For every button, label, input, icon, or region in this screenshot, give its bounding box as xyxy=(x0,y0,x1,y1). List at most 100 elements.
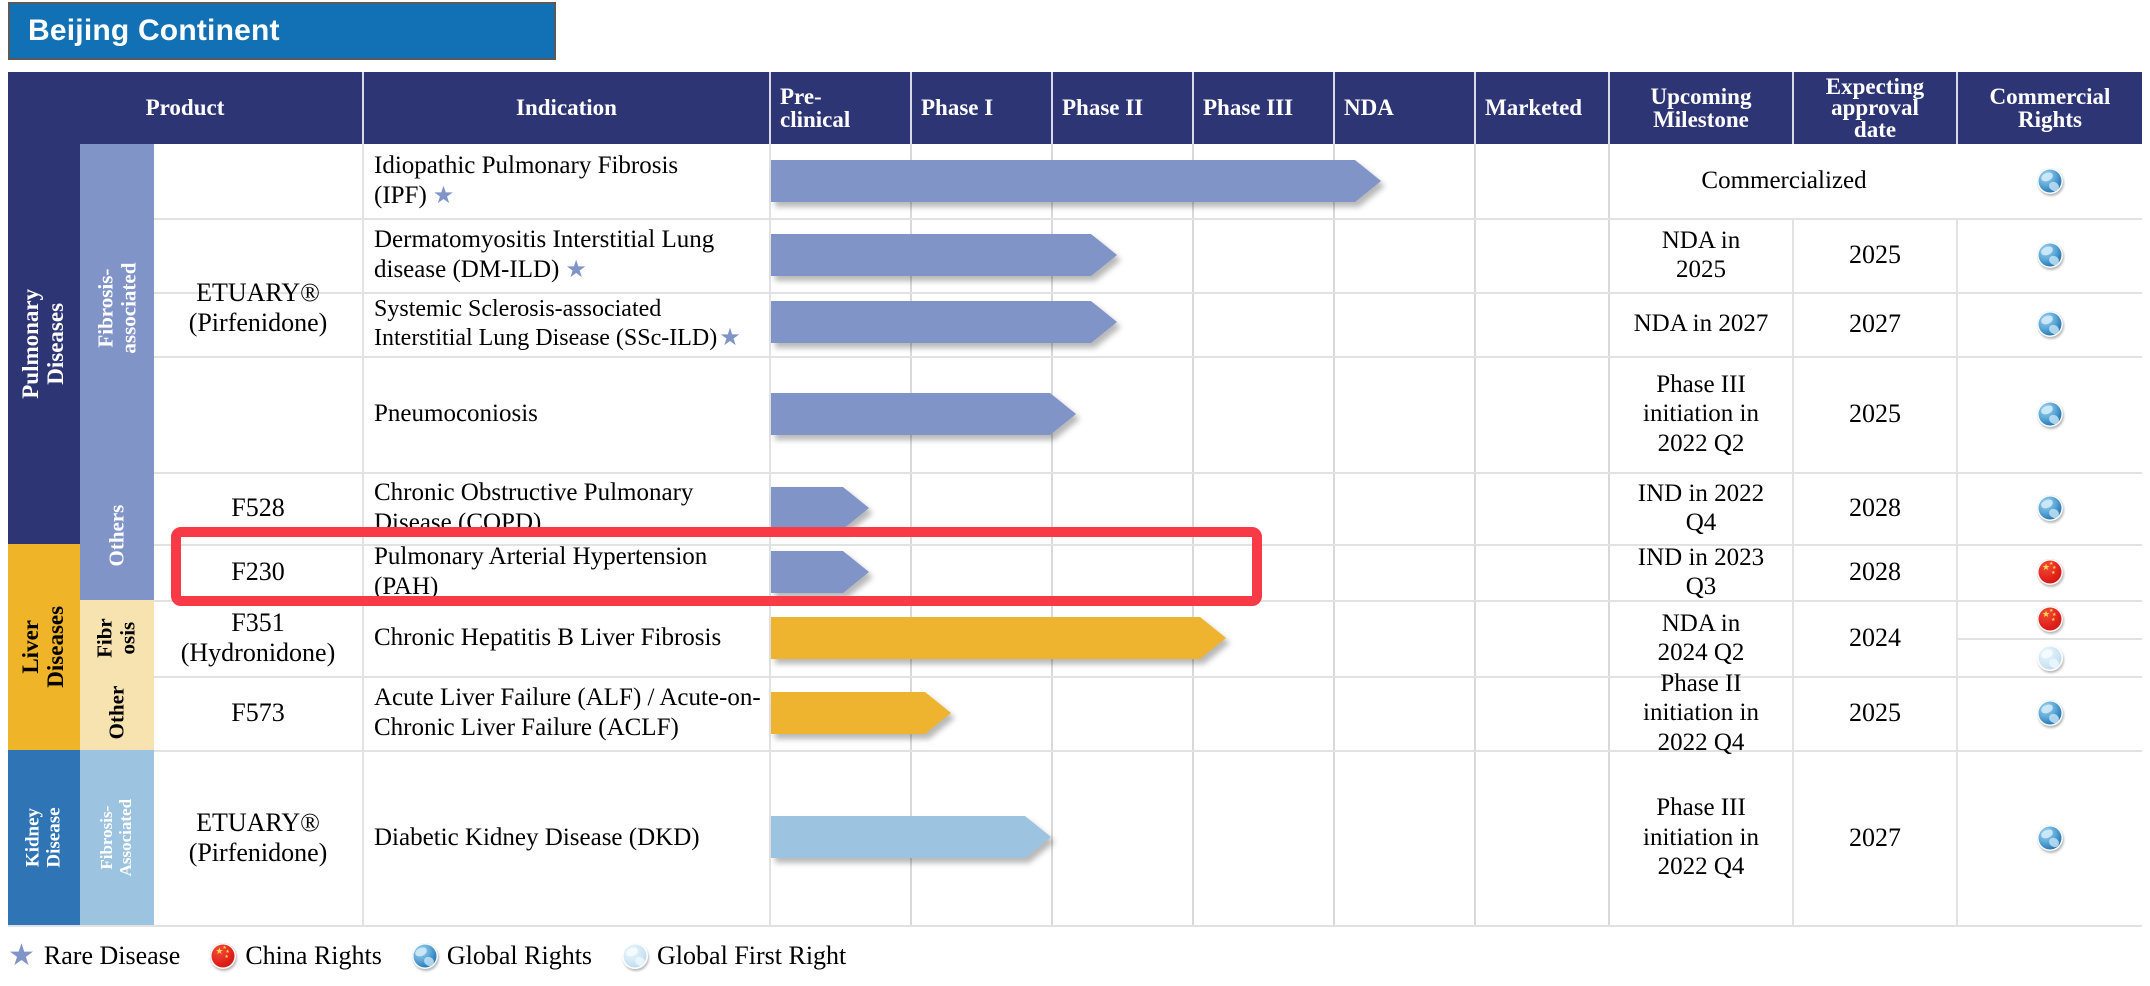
table-body: Pulmonary Diseases Liver Diseases Kidney… xyxy=(8,144,2142,927)
subcategory-fibrosis-associated: Fibrosis-associated xyxy=(80,144,154,472)
phase-bar-ipf xyxy=(771,160,1381,202)
rights-alf-aclf xyxy=(1958,676,2142,750)
phase-bar-alf-aclf xyxy=(771,692,951,734)
rights-dkd xyxy=(1958,750,2142,925)
grid-line-marketed-start xyxy=(1474,144,1476,927)
indication-pneumoconiosis: Pneumoconiosis xyxy=(364,356,771,472)
pale-globe-icon xyxy=(2037,645,2063,671)
product-etuary-pulmonary: ETUARY® (Pirfenidone) xyxy=(154,144,364,472)
globe-icon xyxy=(411,943,438,969)
product-etuary-kidney: ETUARY® (Pirfenidone) xyxy=(154,750,364,925)
category-liver-diseases: Liver Diseases xyxy=(8,544,80,750)
globe-icon xyxy=(2037,311,2063,337)
china-flag-icon: ★ ★ ★ ★ xyxy=(2037,606,2063,632)
grid-line-phase3-start xyxy=(1192,144,1194,927)
category-kidney-disease: Kidney Disease xyxy=(8,750,80,925)
rights-ssc-ild xyxy=(1958,292,2142,356)
approval-date-dkd: 2027 xyxy=(1794,750,1958,925)
column-header-marketed: Marketed xyxy=(1476,72,1610,144)
legend-item-global-rights: Global Rights xyxy=(411,941,592,971)
milestone-copd: IND in 2022 Q4 xyxy=(1610,472,1794,544)
milestone-pah: IND in 2023 Q3 xyxy=(1610,544,1794,600)
phase-bar-chronic-hepatitis-b xyxy=(771,617,1226,659)
product-f528: F528 xyxy=(154,472,364,544)
pipeline-table: Product Indication Pre- clinical Phase I… xyxy=(8,72,2142,927)
column-header-preclinical: Pre- clinical xyxy=(771,72,912,144)
legend-item-global-first-right: Global First Right xyxy=(622,941,846,971)
approval-date-alf-aclf: 2025 xyxy=(1794,676,1958,750)
legend: ★ Rare Disease ★ ★ ★ ★ China Rights Global … xyxy=(8,932,1008,980)
milestone-dkd: Phase III initiation in 2022 Q4 xyxy=(1610,750,1794,925)
indication-dkd: Diabetic Kidney Disease (DKD) xyxy=(364,750,771,925)
product-f573: F573 xyxy=(154,676,364,750)
milestone-ipf: Commercialized xyxy=(1701,167,1867,195)
column-header-indication: Indication xyxy=(364,72,771,144)
column-header-phase3: Phase III xyxy=(1194,72,1335,144)
approval-date-pah: 2028 xyxy=(1794,544,1958,600)
approval-date-chronic-hepatitis-b: 2024 xyxy=(1794,600,1958,676)
rights-chronic-hepatitis-b-global-first xyxy=(1958,638,2142,676)
star-icon: ★ xyxy=(8,939,35,972)
subcategory-others: Others xyxy=(80,472,154,600)
rare-disease-star-icon: ★ xyxy=(565,257,587,283)
product-f351: F351 (Hydronidone) xyxy=(154,600,364,676)
indication-pah: Pulmonary Arterial Hypertension (PAH) xyxy=(364,543,771,600)
phase-bar-pneumoconiosis xyxy=(771,393,1076,435)
globe-icon xyxy=(2037,495,2063,521)
indication-ssc-ild: Systemic Sclerosis-associated Interstiti… xyxy=(364,292,771,356)
grid-line-nda-start xyxy=(1333,144,1335,927)
milestone-chronic-hepatitis-b: NDA in 2024 Q2 xyxy=(1610,600,1794,676)
subcategory-fibrosis-associated-kidney: Fibrosis- Associated xyxy=(80,750,154,925)
column-header-nda: NDA xyxy=(1335,72,1476,144)
legend-item-china-rights: ★ ★ ★ ★ China Rights xyxy=(210,941,382,971)
column-header-commercial-rights: Commercial Rights xyxy=(1989,83,2111,132)
milestone-alf-aclf: Phase II initiation in 2022 Q4 xyxy=(1610,670,1794,756)
rare-disease-star-icon: ★ xyxy=(432,183,455,209)
indication-dm-ild: Dermatomyositis Interstitial Lung diseas… xyxy=(364,218,771,292)
column-header-product: Product xyxy=(8,72,364,144)
china-flag-icon: ★ ★ ★ ★ xyxy=(2037,559,2063,585)
row-divider xyxy=(8,925,2142,927)
rights-pah: ★ ★ ★ ★ xyxy=(1958,544,2142,600)
rights-copd xyxy=(1958,472,2142,544)
globe-icon xyxy=(2037,824,2063,851)
category-pulmonary-diseases: Pulmonary Diseases xyxy=(8,144,80,544)
phase-bar-ssc-ild xyxy=(771,301,1117,343)
approval-date-copd: 2028 xyxy=(1794,472,1958,544)
rights-ipf xyxy=(1958,144,2142,218)
column-header-phase1: Phase I xyxy=(912,72,1053,144)
milestone-pneumoconiosis: Phase III initiation in 2022 Q2 xyxy=(1610,356,1794,472)
rights-dm-ild xyxy=(1958,218,2142,292)
rights-chronic-hepatitis-b-china: ★ ★ ★ ★ xyxy=(1958,600,2142,638)
column-header-expecting-approval-date: Expecting approval date xyxy=(1794,72,1958,144)
title-banner: Beijing Continent xyxy=(8,2,556,60)
globe-icon xyxy=(2037,401,2063,427)
globe-icon xyxy=(2037,700,2063,726)
indication-copd: Chronic Obstructive Pulmonary Disease (C… xyxy=(364,472,771,544)
subcategory-fibrosis: Fibr osis xyxy=(80,600,154,676)
indication-alf-aclf: Acute Liver Failure (ALF) / Acute-on-Chr… xyxy=(364,676,771,750)
column-header-phase2: Phase II xyxy=(1053,72,1194,144)
page-title: Beijing Continent xyxy=(28,14,280,47)
china-flag-icon: ★ ★ ★ ★ xyxy=(210,943,237,969)
approval-date-pneumoconiosis: 2025 xyxy=(1794,356,1958,472)
milestone-dm-ild: NDA in 2025 xyxy=(1610,218,1794,292)
milestone-ssc-ild: NDA in 2027 xyxy=(1610,292,1794,356)
indication-ipf: Idiopathic Pulmonary Fibrosis (IPF) ★ xyxy=(364,144,771,218)
indication-chronic-hepatitis-b: Chronic Hepatitis B Liver Fibrosis xyxy=(364,600,771,676)
table-header: Product Indication Pre- clinical Phase I… xyxy=(8,72,2142,144)
subcategory-other: Other xyxy=(80,676,154,750)
globe-icon xyxy=(2037,242,2063,268)
rights-pneumoconiosis xyxy=(1958,356,2142,472)
phase-bar-dkd xyxy=(771,816,1051,858)
rare-disease-star-icon: ★ xyxy=(719,325,741,351)
phase-bar-copd xyxy=(771,487,869,529)
globe-icon xyxy=(2037,168,2063,194)
column-header-upcoming-milestone: Upcoming Milestone xyxy=(1610,72,1794,144)
legend-item-rare-disease: ★ Rare Disease xyxy=(8,939,181,972)
pale-globe-icon xyxy=(622,943,649,969)
approval-date-ssc-ild: 2027 xyxy=(1794,292,1958,356)
product-f230: F230 xyxy=(154,544,364,600)
phase-bar-pah xyxy=(771,551,869,593)
approval-date-dm-ild: 2025 xyxy=(1794,218,1958,292)
